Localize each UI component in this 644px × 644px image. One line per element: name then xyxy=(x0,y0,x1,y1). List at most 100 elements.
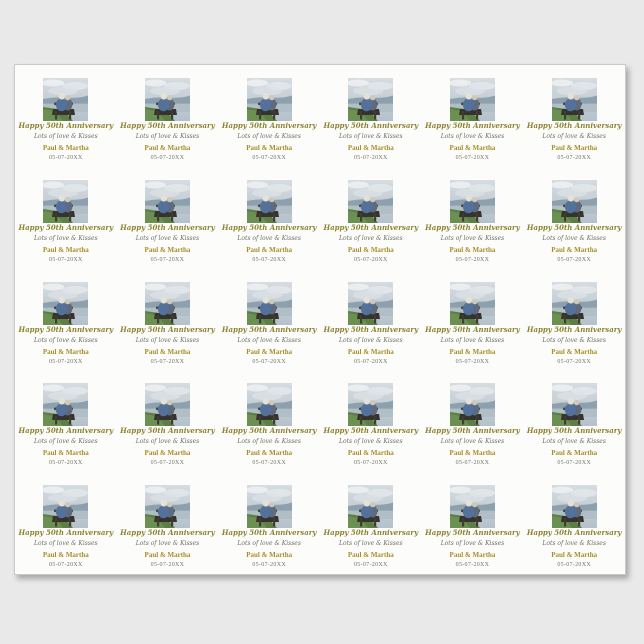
subtitle-text: Lots of love & Kisses xyxy=(542,133,606,140)
couple-photo-illustration xyxy=(43,383,89,427)
couple-photo-illustration xyxy=(144,281,190,325)
couple-photo-illustration xyxy=(348,78,394,121)
date-text: 05-07-20XX xyxy=(252,358,286,365)
couple-photo xyxy=(449,383,495,427)
names-text: Paul & Martha xyxy=(449,551,496,560)
couple-photo-illustration xyxy=(144,78,190,121)
anniversary-label-cell: Happy 50th Anniversary Lots of love & Ki… xyxy=(422,370,524,472)
couple-photo-illustration xyxy=(449,383,495,427)
couple-photo-illustration xyxy=(348,383,394,427)
subtitle-text: Lots of love & Kisses xyxy=(34,234,98,242)
names-text: Paul & Martha xyxy=(449,347,496,356)
subtitle-text: Lots of love & Kisses xyxy=(135,336,200,344)
couple-photo-illustration xyxy=(246,485,292,529)
anniversary-label-cell: Happy 50th Anniversary Lots of love & Ki… xyxy=(15,370,117,472)
anniversary-label-cell: Happy 50th Anniversary Lots of love & Ki… xyxy=(218,370,320,472)
heading-text: Happy 50th Anniversary xyxy=(120,528,215,538)
couple-photo xyxy=(43,485,89,529)
date-text: 05-07-20XX xyxy=(557,562,591,569)
anniversary-label-cell: Happy 50th Anniversary Lots of love & Ki… xyxy=(320,370,422,472)
couple-photo-illustration xyxy=(551,78,597,121)
date-text: 05-07-20XX xyxy=(353,358,388,365)
couple-photo xyxy=(43,281,89,325)
date-text: 05-07-20XX xyxy=(48,562,83,569)
heading-text: Happy 50th Anniversary xyxy=(18,528,114,538)
couple-photo xyxy=(246,281,292,325)
couple-photo xyxy=(144,78,190,121)
subtitle-text: Lots of love & Kisses xyxy=(440,133,505,140)
names-text: Paul & Martha xyxy=(551,245,598,254)
anniversary-label-cell: Happy 50th Anniversary Lots of love & Ki… xyxy=(422,472,524,574)
heading-text: Happy 50th Anniversary xyxy=(221,121,317,130)
subtitle-text: Lots of love & Kisses xyxy=(339,438,403,446)
subtitle-text: Lots of love & Kisses xyxy=(440,336,505,344)
couple-photo-illustration xyxy=(43,78,89,121)
date-text: 05-07-20XX xyxy=(557,155,591,161)
names-text: Paul & Martha xyxy=(347,144,394,152)
subtitle-text: Lots of love & Kisses xyxy=(339,540,403,548)
couple-photo-illustration xyxy=(246,383,292,427)
date-text: 05-07-20XX xyxy=(455,358,490,365)
couple-photo xyxy=(144,383,190,427)
subtitle-text: Lots of love & Kisses xyxy=(135,438,200,446)
heading-text: Happy 50th Anniversary xyxy=(120,222,215,232)
couple-photo xyxy=(449,281,495,325)
date-text: 05-07-20XX xyxy=(150,358,185,365)
anniversary-label-cell: Happy 50th Anniversary Lots of love & Ki… xyxy=(117,167,219,269)
couple-photo xyxy=(144,485,190,529)
couple-photo xyxy=(144,179,190,223)
couple-photo xyxy=(348,383,394,427)
couple-photo-illustration xyxy=(246,281,292,325)
date-text: 05-07-20XX xyxy=(252,256,286,263)
names-text: Paul & Martha xyxy=(42,347,89,356)
subtitle-text: Lots of love & Kisses xyxy=(135,133,200,140)
subtitle-text: Lots of love & Kisses xyxy=(237,234,301,242)
subtitle-text: Lots of love & Kisses xyxy=(542,438,606,446)
couple-photo-illustration xyxy=(144,485,190,529)
subtitle-text: Lots of love & Kisses xyxy=(542,336,606,344)
subtitle-text: Lots of love & Kisses xyxy=(34,540,98,548)
couple-photo-illustration xyxy=(144,383,190,427)
couple-photo-illustration xyxy=(449,485,495,529)
anniversary-label-cell: Happy 50th Anniversary Lots of love & Ki… xyxy=(422,65,524,167)
date-text: 05-07-20XX xyxy=(557,460,591,467)
couple-photo xyxy=(551,485,597,529)
anniversary-label-cell: Happy 50th Anniversary Lots of love & Ki… xyxy=(15,167,117,269)
subtitle-text: Lots of love & Kisses xyxy=(135,540,200,548)
couple-photo xyxy=(348,179,394,223)
anniversary-label-cell: Happy 50th Anniversary Lots of love & Ki… xyxy=(422,167,524,269)
couple-photo-illustration xyxy=(551,383,597,427)
date-text: 05-07-20XX xyxy=(48,460,83,467)
date-text: 05-07-20XX xyxy=(353,155,388,161)
couple-photo-illustration xyxy=(144,179,190,223)
heading-text: Happy 50th Anniversary xyxy=(526,528,622,538)
date-text: 05-07-20XX xyxy=(353,256,388,263)
subtitle-text: Lots of love & Kisses xyxy=(440,438,505,446)
couple-photo xyxy=(551,78,597,121)
couple-photo xyxy=(449,179,495,223)
subtitle-text: Lots of love & Kisses xyxy=(237,540,301,548)
heading-text: Happy 50th Anniversary xyxy=(120,121,215,130)
couple-photo xyxy=(551,281,597,325)
anniversary-label-cell: Happy 50th Anniversary Lots of love & Ki… xyxy=(523,472,625,574)
couple-photo-illustration xyxy=(551,281,597,325)
anniversary-label-cell: Happy 50th Anniversary Lots of love & Ki… xyxy=(320,65,422,167)
subtitle-text: Lots of love & Kisses xyxy=(542,540,606,548)
subtitle-text: Lots of love & Kisses xyxy=(339,234,403,242)
heading-text: Happy 50th Anniversary xyxy=(526,121,622,130)
couple-photo-illustration xyxy=(551,485,597,529)
couple-photo xyxy=(348,485,394,529)
names-text: Paul & Martha xyxy=(449,449,496,458)
anniversary-label-cell: Happy 50th Anniversary Lots of love & Ki… xyxy=(523,167,625,269)
anniversary-label-cell: Happy 50th Anniversary Lots of love & Ki… xyxy=(117,65,219,167)
heading-text: Happy 50th Anniversary xyxy=(425,528,520,538)
heading-text: Happy 50th Anniversary xyxy=(221,324,317,334)
anniversary-label-cell: Happy 50th Anniversary Lots of love & Ki… xyxy=(523,65,625,167)
couple-photo xyxy=(246,383,292,427)
subtitle-text: Lots of love & Kisses xyxy=(237,438,301,446)
anniversary-label-cell: Happy 50th Anniversary Lots of love & Ki… xyxy=(117,370,219,472)
couple-photo-illustration xyxy=(348,485,394,529)
anniversary-label-cell: Happy 50th Anniversary Lots of love & Ki… xyxy=(15,269,117,371)
heading-text: Happy 50th Anniversary xyxy=(323,528,419,538)
date-text: 05-07-20XX xyxy=(455,460,490,467)
